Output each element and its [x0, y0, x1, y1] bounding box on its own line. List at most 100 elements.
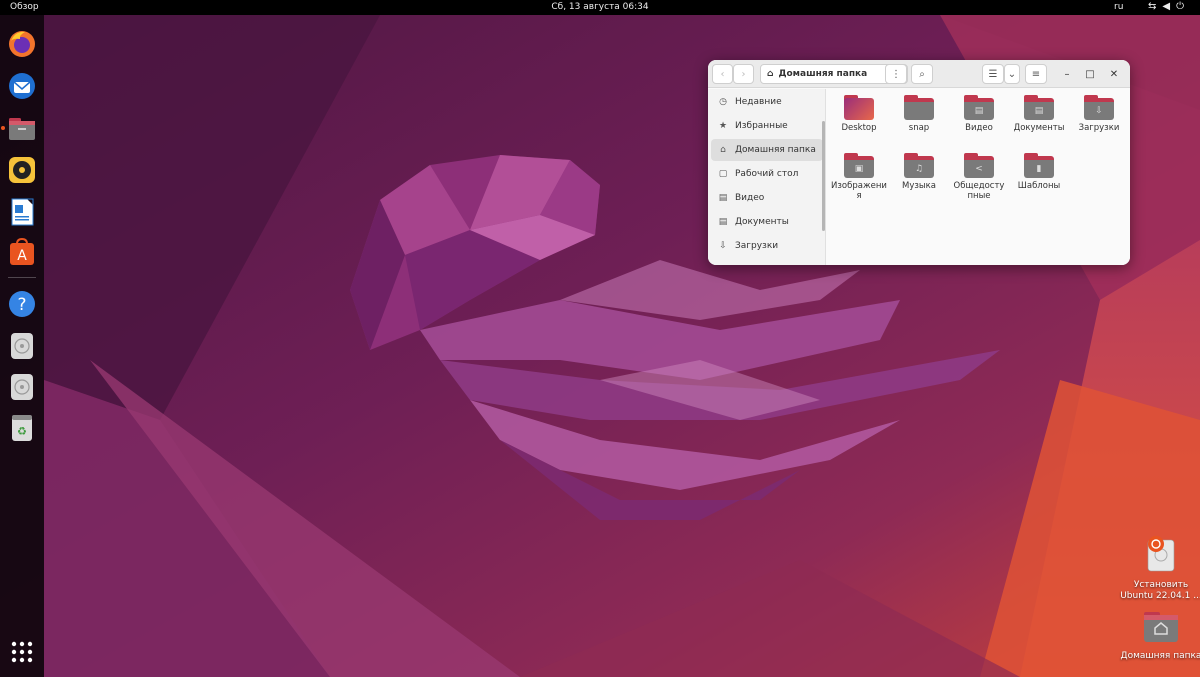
more-vertical-icon: ⋮: [891, 68, 901, 80]
file-label: Музыка: [902, 181, 936, 191]
download-icon: ⇩: [719, 241, 727, 251]
main-menu-button[interactable]: ≡: [1025, 64, 1047, 84]
path-label: Домашняя папка: [778, 69, 868, 79]
folder-icon: ⇩: [1084, 95, 1114, 120]
file-item[interactable]: ⇩ Загрузки: [1071, 95, 1127, 133]
dock: A ? ♻: [0, 15, 44, 677]
chevron-left-icon: ‹: [720, 68, 725, 80]
chevron-down-icon: ⌄: [1007, 68, 1017, 80]
file-item[interactable]: snap: [891, 95, 947, 133]
places-sidebar: ◷ Недавние ★ Избранные ⌂ Домашняя папка ▢ Рабоч…: [708, 89, 826, 265]
rhythmbox-launcher[interactable]: [7, 155, 37, 185]
volume-icon: ◀: [1162, 1, 1171, 12]
forward-button[interactable]: ›: [733, 64, 754, 84]
desktop-icon-home[interactable]: Домашняя папка: [1120, 610, 1200, 662]
home-icon: ⌂: [720, 145, 726, 155]
folder-icon: ♫: [904, 153, 934, 178]
sidebar-item-3[interactable]: ▢ Рабочий стол: [711, 163, 823, 185]
disc-drive-1[interactable]: [7, 331, 37, 361]
software-icon: A: [10, 237, 34, 265]
sidebar-item-0[interactable]: ◷ Недавние: [711, 91, 823, 113]
desktop-folder-icon: [844, 95, 874, 120]
sidebar-item-label: Домашняя папка: [735, 145, 816, 155]
running-indicator: [1, 126, 5, 130]
sidebar-item-label: Видео: [735, 193, 765, 203]
file-item[interactable]: ▮ Шаблоны: [1011, 153, 1067, 191]
sidebar-item-label: Недавние: [735, 97, 782, 107]
minimize-icon: –: [1064, 68, 1070, 80]
file-item[interactable]: ▤ Документы: [1011, 95, 1067, 133]
desktop-icon-installer[interactable]: Установить Ubuntu 22.04.1 ...: [1120, 535, 1200, 602]
header-bar: ‹ › ⌂ Домашняя папка ⋮ ⌕ ☰ ⌄ ≡ – □ ✕: [708, 60, 1130, 88]
network-icon: ⇆: [1148, 1, 1157, 12]
sidebar-item-1[interactable]: ★ Избранные: [711, 115, 823, 137]
disc-icon: [11, 333, 33, 359]
clock-icon: ◷: [719, 97, 727, 107]
date-time-menu[interactable]: Сб, 13 августа 06:34: [0, 2, 1200, 12]
sidebar-item-5[interactable]: ▤ Документы: [711, 211, 823, 233]
view-toggle-button[interactable]: ☰: [982, 64, 1004, 84]
thunderbird-launcher[interactable]: [7, 71, 37, 101]
sidebar-item-4[interactable]: ▤ Видео: [711, 187, 823, 209]
desktop-icon-label: Установить Ubuntu 22.04.1 ...: [1120, 580, 1200, 601]
chevron-right-icon: ›: [741, 68, 746, 80]
power-icon: ⏻: [1176, 1, 1185, 12]
sidebar-item-2[interactable]: ⌂ Домашняя папка: [711, 139, 823, 161]
file-label: Шаблоны: [1017, 181, 1061, 191]
file-item[interactable]: < Общедоступные: [951, 153, 1007, 201]
star-icon: ★: [718, 121, 728, 131]
svg-text:?: ?: [17, 295, 26, 315]
file-label: snap: [908, 123, 930, 133]
app-grid-icon: [11, 641, 33, 663]
list-view-icon: ☰: [988, 68, 998, 80]
close-icon: ✕: [1109, 68, 1119, 80]
path-menu-button[interactable]: ⋮: [885, 64, 907, 84]
system-tray[interactable]: ⇆ ◀ ⏻: [1148, 1, 1184, 12]
search-button[interactable]: ⌕: [911, 64, 933, 84]
files-launcher[interactable]: [7, 113, 37, 143]
disc-icon: [11, 374, 33, 400]
firefox-launcher[interactable]: [7, 29, 37, 59]
svg-text:♻: ♻: [17, 425, 27, 438]
folder-icon: ▣: [844, 153, 874, 178]
show-applications-button[interactable]: [7, 637, 37, 667]
view-options-button[interactable]: ⌄: [1004, 64, 1020, 84]
file-item[interactable]: ▤ Видео: [951, 95, 1007, 133]
file-label: Документы: [1013, 123, 1065, 133]
sidebar-item-label: Рабочий стол: [735, 169, 799, 179]
top-bar: Обзор Сб, 13 августа 06:34 ru ⇆ ◀ ⏻: [0, 0, 1200, 15]
sidebar-item-label: Документы: [735, 217, 789, 227]
help-launcher[interactable]: ?: [7, 289, 37, 319]
folder-icon: <: [964, 153, 994, 178]
sidebar-item-6[interactable]: ⇩ Загрузки: [711, 235, 823, 257]
sidebar-scrollbar[interactable]: [822, 121, 825, 231]
document-icon: ▤: [718, 217, 728, 227]
dock-separator: [8, 277, 36, 278]
writer-launcher[interactable]: [7, 197, 37, 227]
trash-launcher[interactable]: ♻: [7, 413, 37, 443]
software-launcher[interactable]: A: [7, 237, 37, 267]
file-item[interactable]: Desktop: [831, 95, 887, 133]
file-label: Видео: [965, 123, 993, 133]
file-item[interactable]: ▣ Изображения: [831, 153, 887, 201]
folder-icon: ▤: [964, 95, 994, 120]
file-item[interactable]: ♫ Музыка: [891, 153, 947, 191]
minimize-button[interactable]: –: [1059, 66, 1075, 82]
maximize-button[interactable]: □: [1082, 66, 1098, 82]
svg-text:A: A: [17, 248, 27, 264]
keyboard-layout-indicator[interactable]: ru: [1114, 2, 1123, 12]
file-label: Общедоступные: [953, 181, 1005, 201]
disc-drive-2[interactable]: [7, 372, 37, 402]
writer-icon: [11, 198, 34, 226]
file-label: Desktop: [841, 123, 877, 133]
search-icon: ⌕: [919, 68, 925, 80]
video-icon: ▤: [718, 193, 728, 203]
hamburger-menu-icon: ≡: [1031, 68, 1041, 80]
back-button[interactable]: ‹: [712, 64, 733, 84]
file-label: Загрузки: [1078, 123, 1120, 133]
sidebar-item-label: Загрузки: [735, 241, 779, 251]
folder-icon: [904, 95, 934, 120]
close-button[interactable]: ✕: [1106, 66, 1122, 82]
installer-icon: [1147, 536, 1175, 572]
file-manager-window[interactable]: ‹ › ⌂ Домашняя папка ⋮ ⌕ ☰ ⌄ ≡ – □ ✕ ◷ Н…: [708, 60, 1130, 265]
